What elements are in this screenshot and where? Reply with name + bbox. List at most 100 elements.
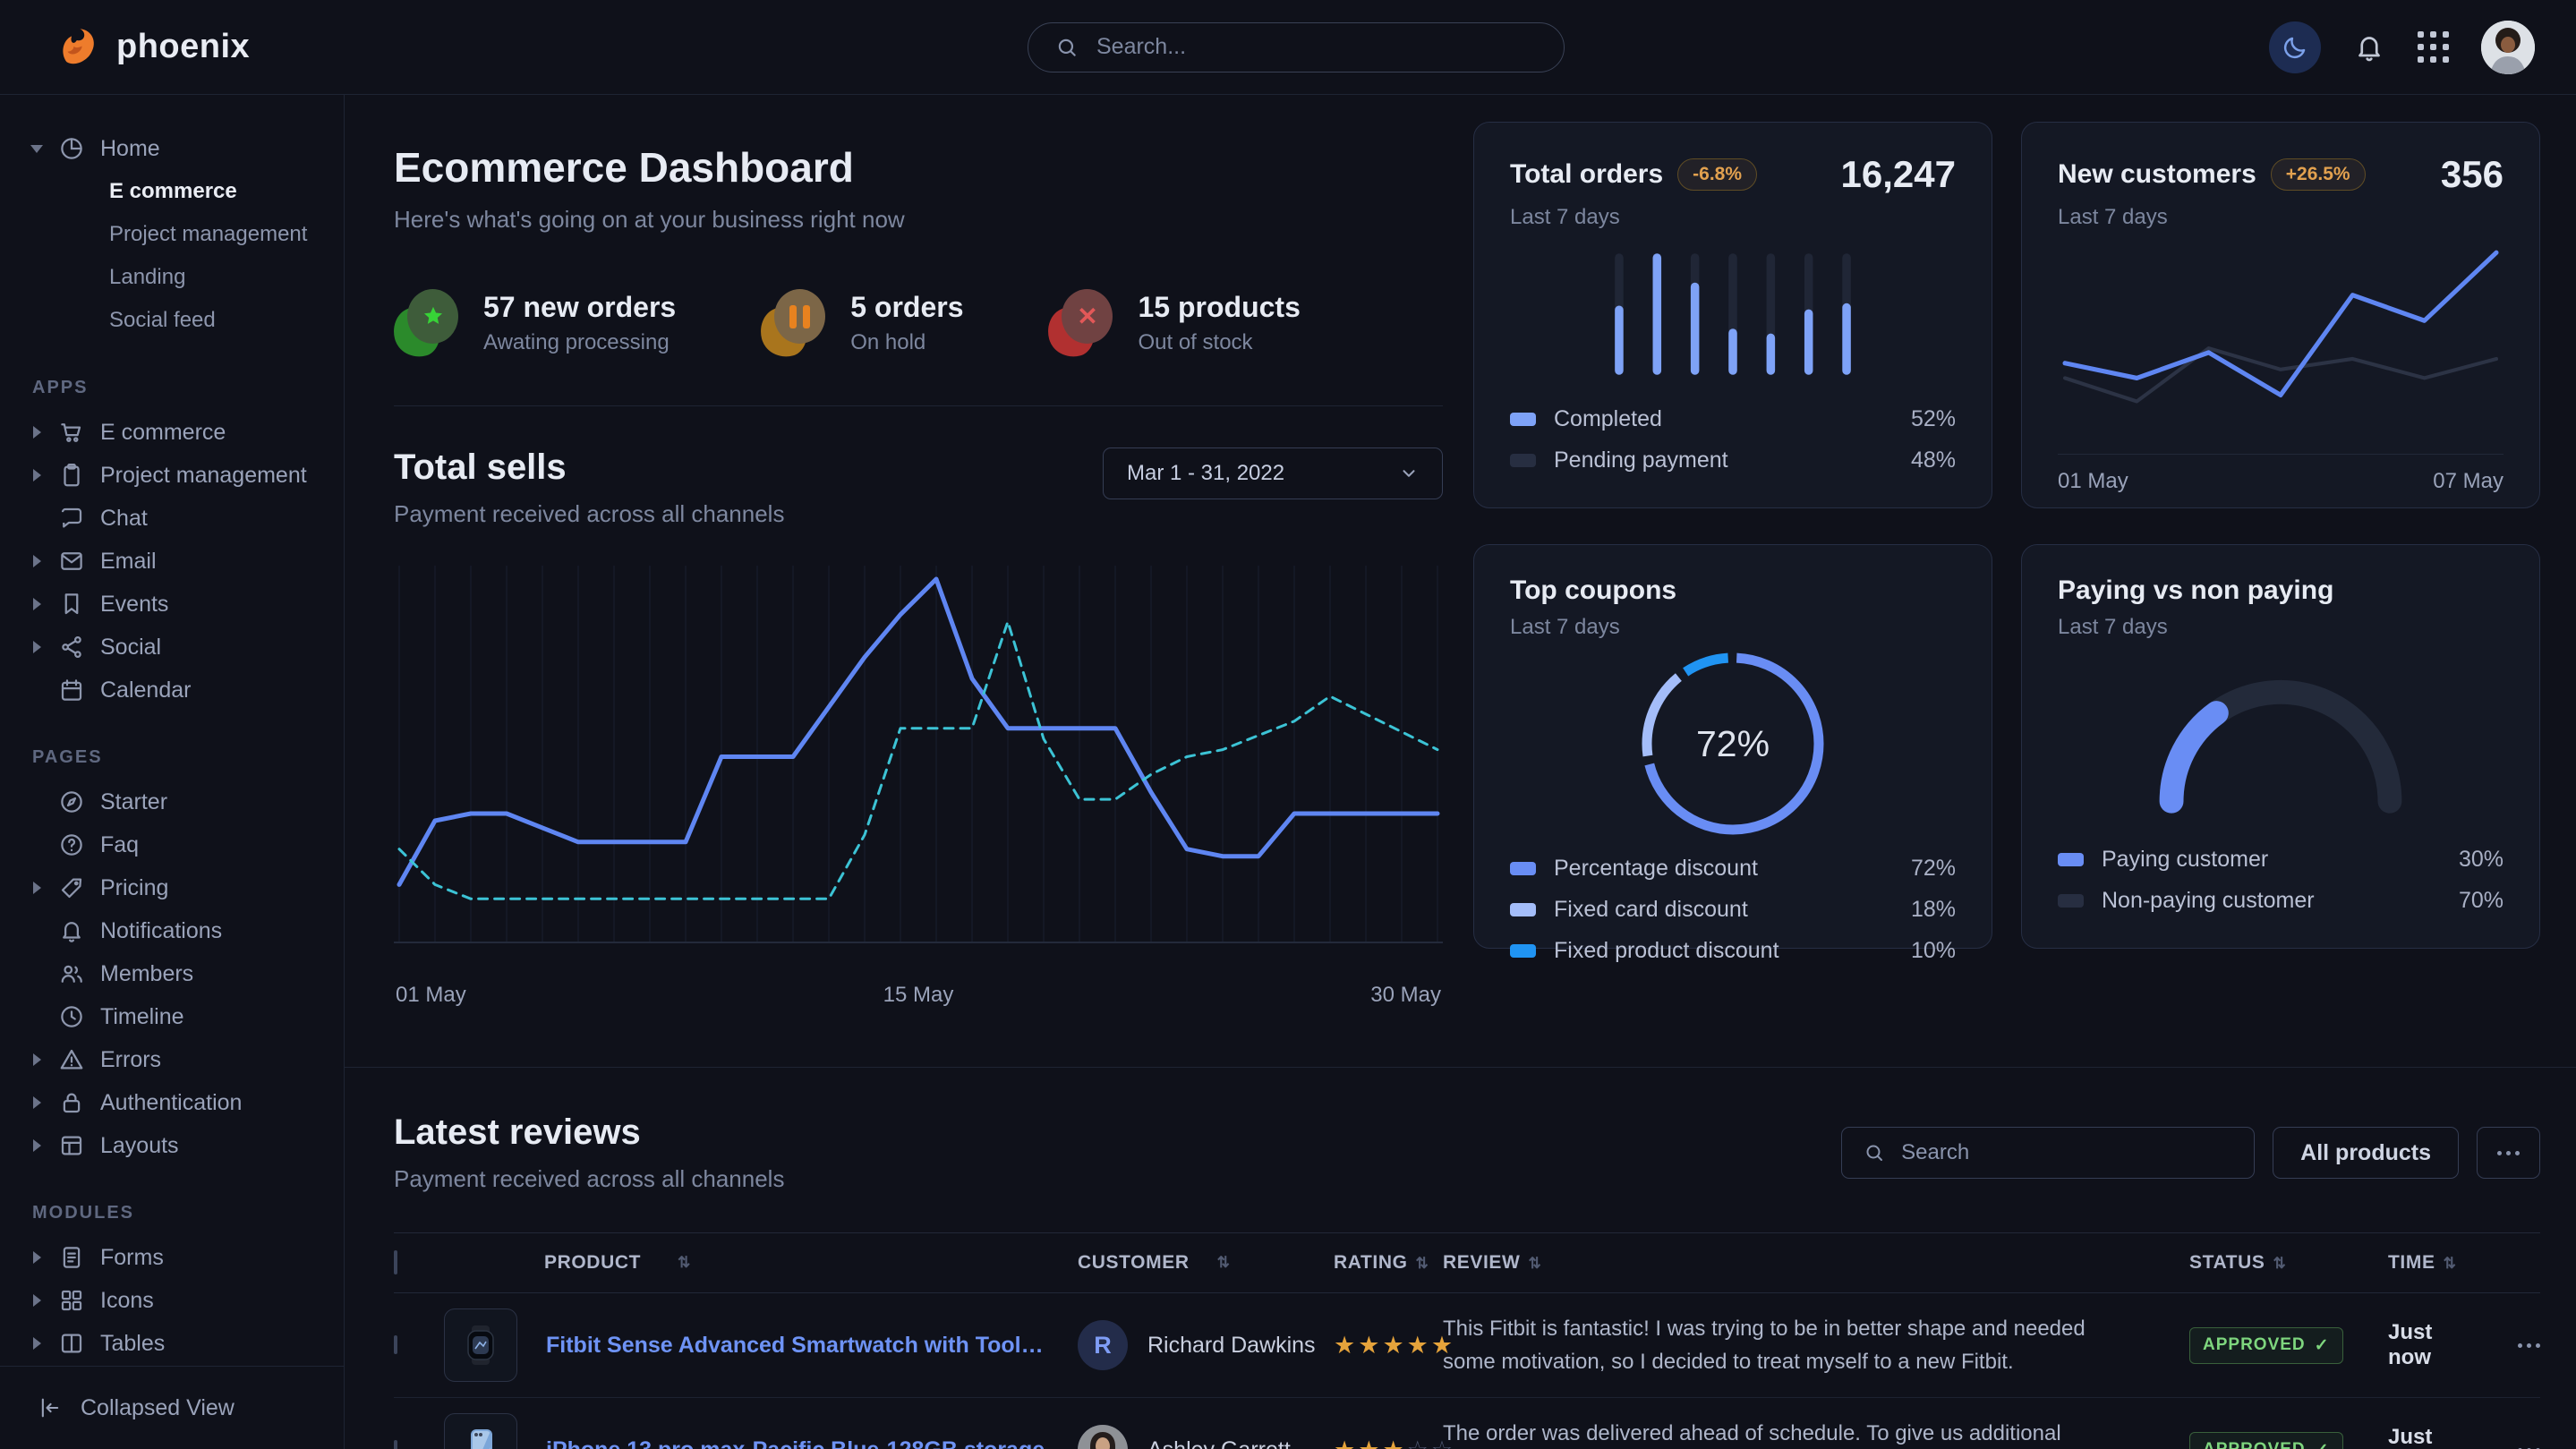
product-link[interactable]: Fitbit Sense Advanced Smartwatch with To… bbox=[546, 1333, 1047, 1359]
column-header-rating[interactable]: RATING⇅ bbox=[1334, 1252, 1443, 1274]
trend-badge: +26.5% bbox=[2271, 158, 2366, 191]
notifications-button[interactable] bbox=[2353, 31, 2385, 64]
new-orders-icon bbox=[394, 289, 458, 357]
total-orders-card: Total orders -6.8% 16,247 Last 7 days Co… bbox=[1473, 122, 1992, 508]
sidebar-item-social[interactable]: Social bbox=[21, 626, 326, 669]
sidebar-item-events[interactable]: Events bbox=[21, 583, 326, 626]
sort-icon: ⇅ bbox=[1528, 1255, 1541, 1272]
more-options-button[interactable] bbox=[2477, 1127, 2540, 1179]
collapse-sidebar-button[interactable]: Collapsed View bbox=[0, 1366, 344, 1449]
stat-label: Awating processing bbox=[483, 330, 676, 355]
sidebar-item-forms[interactable]: Forms bbox=[21, 1236, 326, 1279]
sidebar-item-calendar[interactable]: Calendar bbox=[21, 669, 326, 712]
x-tick: 01 May bbox=[396, 983, 466, 1008]
x-tick: 07 May bbox=[2433, 469, 2503, 494]
legend-label: Completed bbox=[1554, 406, 1662, 432]
product-link[interactable]: iPhone 13 pro max-Pacific Blue-128GB sto… bbox=[546, 1437, 1045, 1449]
column-header-time[interactable]: TIME⇅ bbox=[2363, 1252, 2478, 1274]
sidebar-item-home[interactable]: Home bbox=[21, 127, 326, 170]
sidebar-item-layouts[interactable]: Layouts bbox=[21, 1124, 326, 1167]
sort-icon: ⇅ bbox=[1416, 1255, 1429, 1272]
review-time: Just now bbox=[2388, 1425, 2432, 1449]
all-products-button[interactable]: All products bbox=[2273, 1127, 2459, 1179]
legend-item: Paying customer 30% bbox=[2058, 839, 2503, 880]
legend-label: Pending payment bbox=[1554, 447, 1728, 473]
columns-icon bbox=[58, 1330, 85, 1357]
sidebar-item-label: Events bbox=[100, 592, 168, 618]
review-text: This Fitbit is fantastic! I was trying t… bbox=[1443, 1312, 2112, 1378]
chevron-right-icon bbox=[30, 426, 43, 439]
chevron-down-icon bbox=[1399, 464, 1419, 483]
sidebar-item-pricing[interactable]: Pricing bbox=[21, 866, 326, 909]
column-header-review[interactable]: REVIEW⇅ bbox=[1443, 1252, 2166, 1274]
card-title: Top coupons bbox=[1510, 575, 1676, 606]
brand-name: phoenix bbox=[116, 28, 250, 66]
legend-swatch bbox=[1510, 944, 1536, 958]
sidebar-item-chat[interactable]: Chat bbox=[21, 497, 326, 540]
sidebar-item-icons[interactable]: Icons bbox=[21, 1279, 326, 1322]
latest-reviews-title: Latest reviews bbox=[394, 1112, 784, 1153]
stat-out-of-stock: ✕ 15 products Out of stock bbox=[1048, 289, 1300, 357]
x-axis-labels: 01 May 15 May 30 May bbox=[394, 983, 1443, 1019]
card-title: Paying vs non paying bbox=[2058, 575, 2333, 606]
sidebar-item-label: Calendar bbox=[100, 678, 191, 703]
row-checkbox[interactable] bbox=[394, 1440, 397, 1449]
sidebar-subitem-social-feed[interactable]: Social feed bbox=[21, 299, 326, 342]
legend-label: Fixed product discount bbox=[1554, 938, 1779, 964]
sidebar-subitem-project-management[interactable]: Project management bbox=[21, 213, 326, 256]
clipboard-icon bbox=[58, 462, 85, 489]
sidebar-item-ecommerce[interactable]: E commerce bbox=[21, 411, 326, 454]
column-header-status[interactable]: STATUS⇅ bbox=[2166, 1252, 2363, 1274]
sidebar-item-label: Errors bbox=[100, 1047, 161, 1073]
pie-chart-icon bbox=[58, 135, 85, 162]
sidebar-item-label: Project management bbox=[100, 463, 307, 489]
card-value: 356 bbox=[2441, 153, 2503, 196]
sidebar-item-tables[interactable]: Tables bbox=[21, 1322, 326, 1365]
stat-label: Out of stock bbox=[1138, 330, 1300, 355]
sidebar-group-apps: APPS bbox=[32, 378, 326, 398]
sidebar-item-notifications[interactable]: Notifications bbox=[21, 909, 326, 952]
row-checkbox[interactable] bbox=[394, 1335, 397, 1354]
cart-icon bbox=[58, 419, 85, 446]
sidebar-item-timeline[interactable]: Timeline bbox=[21, 995, 326, 1038]
sidebar-subitem-landing[interactable]: Landing bbox=[21, 256, 326, 299]
reviews-search[interactable] bbox=[1841, 1127, 2255, 1179]
date-range-select[interactable]: Mar 1 - 31, 2022 bbox=[1103, 447, 1443, 499]
legend-item: Fixed card discount 18% bbox=[1510, 889, 1956, 930]
stat-value: 15 products bbox=[1138, 291, 1300, 324]
theme-toggle-button[interactable] bbox=[2269, 21, 2321, 73]
brand[interactable]: phoenix bbox=[57, 27, 1028, 68]
sidebar-item-project-management[interactable]: Project management bbox=[21, 454, 326, 497]
apps-menu-button[interactable] bbox=[2418, 31, 2449, 63]
reviews-search-input[interactable] bbox=[1899, 1139, 2232, 1166]
stat-value: 57 new orders bbox=[483, 291, 676, 324]
column-header-customer[interactable]: CUSTOMER⇅ bbox=[1078, 1252, 1334, 1274]
stat-new-orders: 57 new orders Awating processing bbox=[394, 289, 676, 357]
sidebar-item-faq[interactable]: Faq bbox=[21, 823, 326, 866]
sort-icon: ⇅ bbox=[678, 1254, 691, 1272]
sidebar-item-label: Layouts bbox=[100, 1133, 179, 1159]
sidebar-item-members[interactable]: Members bbox=[21, 952, 326, 995]
moon-icon bbox=[2282, 34, 2308, 61]
bell-icon bbox=[58, 917, 85, 944]
reviews-table: PRODUCT⇅ CUSTOMER⇅ RATING⇅ REVIEW⇅ STATU… bbox=[394, 1232, 2540, 1449]
sidebar-subitem-ecommerce[interactable]: E commerce bbox=[21, 170, 326, 213]
sidebar-item-email[interactable]: Email bbox=[21, 540, 326, 583]
apps-grid-icon bbox=[2418, 31, 2449, 63]
sort-icon: ⇅ bbox=[2444, 1255, 2457, 1272]
sidebar-item-starter[interactable]: Starter bbox=[21, 780, 326, 823]
column-header-product[interactable]: PRODUCT⇅ bbox=[444, 1252, 1078, 1274]
question-circle-icon bbox=[58, 831, 85, 858]
card-subtitle: Last 7 days bbox=[2058, 615, 2503, 640]
sidebar-item-errors[interactable]: Errors bbox=[21, 1038, 326, 1081]
row-actions-button[interactable] bbox=[2518, 1343, 2540, 1348]
search-input[interactable] bbox=[1095, 33, 1537, 61]
select-all-checkbox[interactable] bbox=[394, 1250, 397, 1274]
sidebar-item-authentication[interactable]: Authentication bbox=[21, 1081, 326, 1124]
stat-label: On hold bbox=[850, 330, 963, 355]
global-search[interactable] bbox=[1028, 22, 1565, 72]
legend-label: Fixed card discount bbox=[1554, 897, 1748, 923]
user-avatar[interactable] bbox=[2481, 21, 2535, 74]
legend-item: Completed 52% bbox=[1510, 398, 1956, 439]
sidebar-item-label: Faq bbox=[100, 832, 139, 858]
